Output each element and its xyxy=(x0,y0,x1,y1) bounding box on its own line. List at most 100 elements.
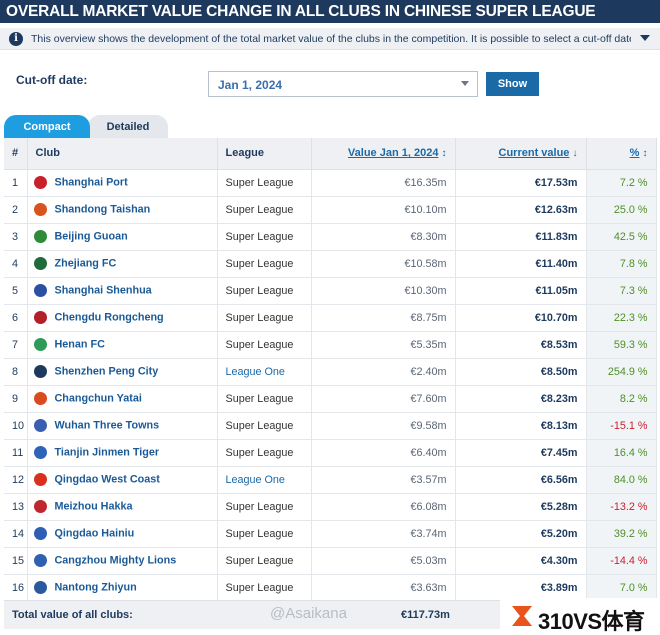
table-row: 1 Shanghai Port Super League €16.35m €17.53m… xyxy=(4,169,657,197)
current-value-cell: €8.23m xyxy=(455,385,587,413)
club-crest-icon xyxy=(33,338,47,351)
value-cell: €3.63m xyxy=(311,574,456,602)
current-value-cell: €17.53m xyxy=(455,169,587,197)
cutoff-date-value: Jan 1, 2024 xyxy=(218,78,283,92)
chevron-down-icon[interactable] xyxy=(640,35,650,41)
club-name-link[interactable]: Qingdao West Coast xyxy=(55,474,160,486)
col-club-header: Club xyxy=(27,138,218,170)
current-value-cell: €11.83m xyxy=(455,223,587,251)
club-name-link[interactable]: Meizhou Hakka xyxy=(55,501,133,513)
club-cell[interactable]: Beijing Guoan xyxy=(27,223,218,251)
club-name-link[interactable]: Shandong Taishan xyxy=(55,204,151,216)
col-current-header[interactable]: Current value ↓ xyxy=(455,138,587,170)
col-value-sort-link[interactable]: Value Jan 1, 2024 xyxy=(348,147,439,159)
club-name-link[interactable]: Changchun Yatai xyxy=(55,393,142,405)
current-value-cell: €12.63m xyxy=(455,196,587,224)
league-cell: Super League xyxy=(217,412,312,440)
club-name-link[interactable]: Shanghai Shenhua xyxy=(55,285,152,297)
col-pct-sort-link[interactable]: % xyxy=(630,147,640,159)
current-value-cell: €8.13m xyxy=(455,412,587,440)
club-cell[interactable]: Meizhou Hakka xyxy=(27,493,218,521)
col-value-header[interactable]: Value Jan 1, 2024 ↕ xyxy=(311,138,456,170)
club-name-link[interactable]: Qingdao Hainiu xyxy=(55,528,135,540)
value-cell: €10.30m xyxy=(311,277,456,305)
pct-change-cell: 39.2 % xyxy=(586,520,657,548)
table-row: 8 Shenzhen Peng City League One €2.40m €8.50… xyxy=(4,358,657,386)
table-row: 10 Wuhan Three Towns Super League €9.58m €8.… xyxy=(4,412,657,440)
league-cell: Super League xyxy=(217,169,312,197)
col-pct-header[interactable]: % ↕ xyxy=(586,138,657,170)
club-cell[interactable]: Shenzhen Peng City xyxy=(27,358,218,386)
pct-change-cell: 59.3 % xyxy=(586,331,657,359)
cutoff-date-select[interactable]: Jan 1, 2024 xyxy=(208,71,478,97)
club-name-link[interactable]: Shanghai Port xyxy=(55,177,128,189)
pct-change-cell: 42.5 % xyxy=(586,223,657,251)
club-name-link[interactable]: Cangzhou Mighty Lions xyxy=(55,555,177,567)
club-cell[interactable]: Wuhan Three Towns xyxy=(27,412,218,440)
club-cell[interactable]: Nantong Zhiyun xyxy=(27,574,218,602)
market-value-table: # Club League Value Jan 1, 2024 ↕ Curren… xyxy=(4,138,657,602)
league-cell: Super League xyxy=(217,331,312,359)
pct-change-cell: 7.2 % xyxy=(586,169,657,197)
club-cell[interactable]: Zhejiang FC xyxy=(27,250,218,278)
club-cell[interactable]: Shandong Taishan xyxy=(27,196,218,224)
rank-cell: 5 xyxy=(4,277,28,305)
table-row: 15 Cangzhou Mighty Lions Super League €5.03… xyxy=(4,547,657,575)
pct-change-cell: -15.1 % xyxy=(586,412,657,440)
club-name-link[interactable]: Chengdu Rongcheng xyxy=(55,312,164,324)
value-cell: €8.75m xyxy=(311,304,456,332)
club-crest-icon xyxy=(33,554,47,567)
table-row: 7 Henan FC Super League €5.35m €8.53m 59.3 % xyxy=(4,331,657,359)
pct-change-cell: 7.3 % xyxy=(586,277,657,305)
club-name-link[interactable]: Henan FC xyxy=(55,339,105,351)
club-name-link[interactable]: Zhejiang FC xyxy=(55,258,117,270)
current-value-cell: €7.45m xyxy=(455,439,587,467)
club-crest-icon xyxy=(33,419,47,432)
league-cell: Super League xyxy=(217,520,312,548)
tab-detailed[interactable]: Detailed xyxy=(88,115,168,139)
table-row: 14 Qingdao Hainiu Super League €3.74m €5.20m… xyxy=(4,520,657,548)
club-crest-icon xyxy=(33,176,47,189)
club-cell[interactable]: Changchun Yatai xyxy=(27,385,218,413)
club-crest-icon xyxy=(33,365,47,378)
league-cell: Super League xyxy=(217,493,312,521)
club-cell[interactable]: Qingdao Hainiu xyxy=(27,520,218,548)
league-cell[interactable]: League One xyxy=(217,358,312,386)
league-cell: Super League xyxy=(217,277,312,305)
show-button[interactable]: Show xyxy=(486,72,539,96)
table-row: 5 Shanghai Shenhua Super League €10.30m €11.… xyxy=(4,277,657,305)
club-cell[interactable]: Tianjin Jinmen Tiger xyxy=(27,439,218,467)
table-row: 11 Tianjin Jinmen Tiger Super League €6.40m… xyxy=(4,439,657,467)
league-cell[interactable]: League One xyxy=(217,466,312,494)
value-cell: €8.30m xyxy=(311,223,456,251)
club-crest-icon xyxy=(33,500,47,513)
club-name-link[interactable]: Tianjin Jinmen Tiger xyxy=(55,447,160,459)
pct-change-cell: 7.0 % xyxy=(586,574,657,602)
club-cell[interactable]: Cangzhou Mighty Lions xyxy=(27,547,218,575)
tab-compact[interactable]: Compact xyxy=(4,115,90,139)
brand-mark-icon xyxy=(512,606,532,626)
col-current-sort-link[interactable]: Current value xyxy=(499,147,570,159)
info-bar[interactable]: i This overview shows the development of… xyxy=(0,28,660,50)
club-name-link[interactable]: Beijing Guoan xyxy=(55,231,128,243)
pct-change-cell: 25.0 % xyxy=(586,196,657,224)
current-value-cell: €4.30m xyxy=(455,547,587,575)
club-cell[interactable]: Shanghai Shenhua xyxy=(27,277,218,305)
club-name-link[interactable]: Shenzhen Peng City xyxy=(55,366,159,378)
club-cell[interactable]: Shanghai Port xyxy=(27,169,218,197)
club-cell[interactable]: Henan FC xyxy=(27,331,218,359)
brand-logo: 310VS体育 xyxy=(500,598,660,635)
current-value-cell: €11.05m xyxy=(455,277,587,305)
value-cell: €9.58m xyxy=(311,412,456,440)
club-name-link[interactable]: Wuhan Three Towns xyxy=(55,420,160,432)
table-row: 4 Zhejiang FC Super League €10.58m €11.40m 7.… xyxy=(4,250,657,278)
club-name-link[interactable]: Nantong Zhiyun xyxy=(55,582,137,594)
club-cell[interactable]: Chengdu Rongcheng xyxy=(27,304,218,332)
info-icon: i xyxy=(9,31,23,46)
current-value-cell: €6.56m xyxy=(455,466,587,494)
value-cell: €16.35m xyxy=(311,169,456,197)
league-cell: Super League xyxy=(217,547,312,575)
club-cell[interactable]: Qingdao West Coast xyxy=(27,466,218,494)
total-label: Total value of all clubs: xyxy=(12,609,133,621)
value-cell: €10.58m xyxy=(311,250,456,278)
